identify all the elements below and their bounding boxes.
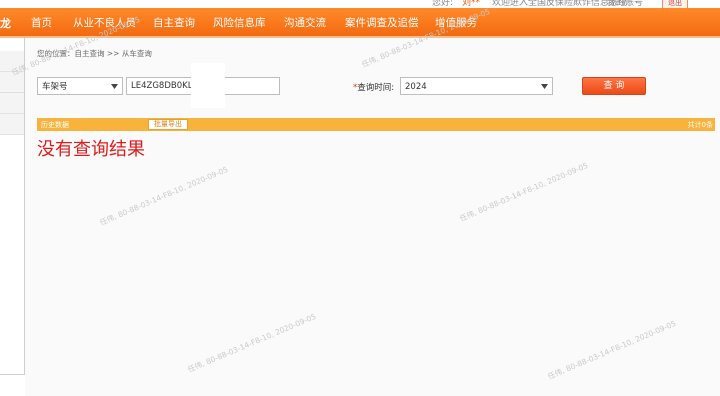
logout-button[interactable]: 退出	[662, 0, 688, 8]
main-content: 您的位置：自主查询 >> 从车查询 车架号 LE4ZG8DB0KL3 *查询时间…	[25, 38, 720, 396]
nav-item-bad-practitioners[interactable]: 从业不良人员	[73, 15, 136, 30]
no-result-message: 没有查询结果	[37, 139, 145, 160]
search-type-select[interactable]: 车架号	[37, 77, 123, 95]
sidebar-item[interactable]	[0, 93, 24, 114]
year-value: 2024	[405, 82, 427, 92]
nav-item-self-query[interactable]: 自主查询	[153, 15, 195, 30]
query-button[interactable]: 查 询	[582, 77, 646, 95]
account-link[interactable]: 我的账号	[607, 0, 643, 8]
redaction-mask	[191, 63, 225, 108]
nav-item-communication[interactable]: 沟通交流	[284, 15, 326, 30]
chevron-down-icon	[541, 84, 548, 89]
chevron-down-icon	[111, 84, 118, 89]
sidebar	[0, 38, 25, 375]
nav-item-risk-db[interactable]: 风险信息库	[213, 15, 266, 30]
main-nav: 龙 首页 从业不良人员 自主查询 风险信息库 沟通交流 案件调查及追偿 增值服务	[0, 8, 720, 36]
results-header-bar: 历史数据 批量导出 共计0条	[37, 118, 715, 131]
year-select[interactable]: 2024	[400, 77, 553, 95]
nav-item-value-added[interactable]: 增值服务	[435, 15, 477, 30]
top-strip: 您好: 刘** 欢迎进入全国反保险欺诈信息系统 我的账号 退出	[0, 0, 720, 8]
username: 刘**	[462, 0, 481, 8]
query-time-label: *查询时间:	[353, 83, 395, 93]
sidebar-item[interactable]	[0, 114, 24, 135]
nav-left-label: 龙	[0, 17, 11, 30]
total-count: 共计0条	[687, 121, 713, 129]
search-type-value: 车架号	[42, 82, 68, 92]
history-label: 历史数据	[41, 121, 69, 129]
nav-item-home[interactable]: 首页	[31, 15, 52, 30]
breadcrumb: 您的位置：自主查询 >> 从车查询	[37, 49, 152, 58]
sidebar-item[interactable]	[0, 51, 24, 72]
greeting-prefix: 您好:	[432, 0, 454, 8]
batch-export-button[interactable]: 批量导出	[148, 119, 188, 130]
sidebar-item[interactable]	[0, 72, 24, 93]
nav-item-case-investigation[interactable]: 案件调查及追偿	[345, 15, 419, 30]
